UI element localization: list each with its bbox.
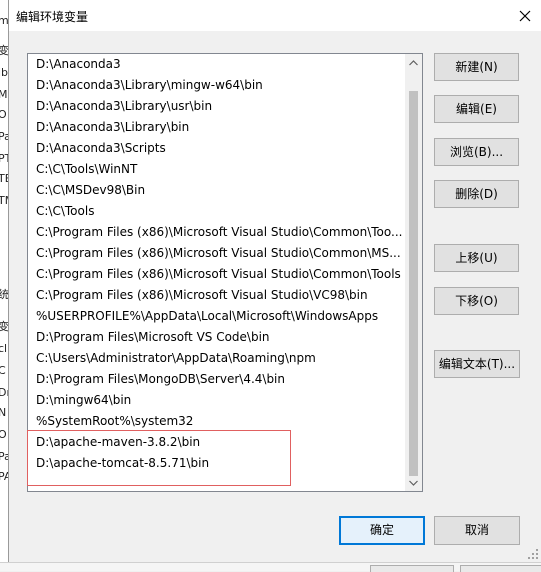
move-down-button[interactable]: 下移(O) (434, 287, 519, 315)
close-button[interactable] (509, 0, 541, 31)
path-list-item[interactable]: D:\Anaconda3\Library\bin (28, 117, 405, 138)
title-bar: 编辑环境变量 (9, 0, 541, 31)
background-text: M (0, 88, 8, 101)
edit-text-button[interactable]: 编辑文本(T)... (434, 350, 520, 378)
path-list-item[interactable]: D:\mingw64\bin (28, 390, 405, 411)
path-list-item[interactable]: C:\Program Files (x86)\Microsoft Visual … (28, 222, 405, 243)
path-list-item[interactable]: C:\Program Files (x86)\Microsoft Visual … (28, 243, 405, 264)
path-list-item[interactable]: C:\C\MSDev98\Bin (28, 180, 405, 201)
path-list-item[interactable]: D:\Anaconda3\Library\usr\bin (28, 96, 405, 117)
path-list[interactable]: D:\Anaconda3 D:\Anaconda3\Library\mingw-w… (27, 53, 423, 492)
edit-environment-variable-dialog: 编辑环境变量 D:\Anaconda3 D:\Anaconda3\Library\… (8, 0, 541, 562)
path-list-item[interactable]: D:\apache-maven-3.8.2\bin (28, 432, 405, 453)
path-list-item[interactable]: %SystemRoot%\system32 (28, 411, 405, 432)
path-list-items: D:\Anaconda3 D:\Anaconda3\Library\mingw-w… (28, 54, 405, 474)
background-text: O (0, 428, 7, 441)
path-list-item[interactable]: D:\Anaconda3\Scripts (28, 138, 405, 159)
scroll-up-button[interactable] (405, 54, 422, 71)
path-list-item[interactable]: C:\Program Files (x86)\Microsoft Visual … (28, 264, 405, 285)
move-up-button[interactable]: 上移(U) (434, 244, 519, 272)
scroll-down-button[interactable] (405, 474, 422, 491)
background-button (370, 565, 454, 572)
ok-button[interactable]: 确定 (339, 516, 425, 545)
path-list-item[interactable]: D:\Anaconda3\Library\mingw-w64\bin (28, 75, 405, 96)
scroll-thumb[interactable] (409, 91, 418, 476)
browse-button[interactable]: 浏览(B)... (434, 138, 519, 166)
background-text: O (0, 108, 7, 121)
path-list-item[interactable]: D:\Anaconda3 (28, 54, 405, 75)
background-text: ib (0, 66, 9, 79)
background-text: N (0, 406, 6, 419)
edit-button[interactable]: 编辑(E) (434, 95, 519, 123)
delete-button[interactable]: 删除(D) (434, 180, 519, 208)
dialog-title: 编辑环境变量 (16, 10, 89, 24)
close-icon (519, 10, 531, 21)
cancel-button[interactable]: 取消 (434, 516, 520, 545)
path-list-item[interactable]: C:\C\Tools\WinNT (28, 159, 405, 180)
background-button (460, 565, 541, 572)
path-list-item[interactable]: C:\C\Tools (28, 201, 405, 222)
vertical-scrollbar[interactable] (405, 54, 422, 491)
new-button[interactable]: 新建(N) (434, 53, 519, 81)
path-list-item[interactable]: D:\Program Files\Microsoft VS Code\bin (28, 327, 405, 348)
path-list-item[interactable]: D:\apache-tomcat-8.5.71\bin (28, 453, 405, 474)
background-text: C (0, 364, 6, 377)
chevron-up-icon (409, 59, 418, 65)
background-text: cl (0, 342, 8, 355)
path-list-item[interactable]: %USERPROFILE%\AppData\Local\Microsoft\Wi… (28, 306, 405, 327)
path-list-item[interactable]: C:\Program Files (x86)\Microsoft Visual … (28, 285, 405, 306)
resize-grip-icon[interactable] (527, 548, 539, 560)
path-list-item[interactable]: C:\Users\Administrator\AppData\Roaming\n… (28, 348, 405, 369)
path-list-item[interactable]: D:\Program Files\MongoDB\Server\4.4\bin (28, 369, 405, 390)
chevron-down-icon (409, 480, 418, 486)
